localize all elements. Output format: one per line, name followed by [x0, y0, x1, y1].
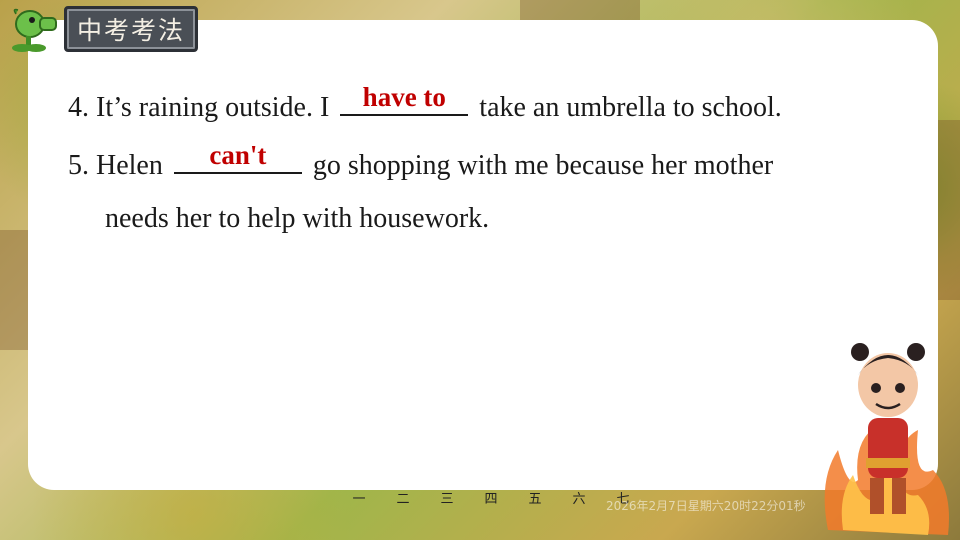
exercise-5-blank: can't: [173, 140, 302, 174]
nav-item-2[interactable]: 二: [392, 488, 414, 507]
nav-item-1[interactable]: 一: [348, 488, 370, 507]
badge-title: 中考考法: [77, 16, 186, 45]
bg-panel: [0, 230, 28, 350]
exercise-5-text-after: go shopping with me because her mother: [305, 150, 774, 181]
date-stamp: 2026年2月7日星期六20时22分01秒: [606, 499, 806, 513]
peashooter-icon: [8, 6, 64, 52]
nav-item-6[interactable]: 六: [568, 488, 590, 507]
section-nav: 一 二 三 四 五 六 七: [348, 488, 634, 507]
nav-item-3[interactable]: 三: [436, 488, 458, 507]
exercise-5-answer: can't: [209, 140, 267, 170]
bg-panel: [520, 0, 640, 20]
exercise-4-text-before: 4. It’s raining outside. I: [68, 92, 337, 123]
cartoon-boy-character: [818, 330, 958, 540]
exercise-5-continuation: needs her to help with housework.: [105, 203, 490, 234]
badge-label-box: 中考考法: [64, 6, 199, 52]
exercise-4-blank: have to: [340, 82, 469, 116]
nav-item-5[interactable]: 五: [524, 488, 546, 507]
exercise-4-answer: have to: [362, 82, 446, 112]
bg-panel: [938, 120, 960, 300]
exercise-5: 5. Helen can't go shopping with me becau…: [68, 140, 774, 182]
exercise-4-text-after: take an umbrella to school.: [472, 92, 782, 123]
nav-item-4[interactable]: 四: [480, 488, 502, 507]
section-badge: 中考考法: [8, 6, 199, 52]
exercise-5-text-before: 5. Helen: [68, 150, 170, 181]
exercise-4: 4. It’s raining outside. I have to take …: [68, 82, 782, 124]
